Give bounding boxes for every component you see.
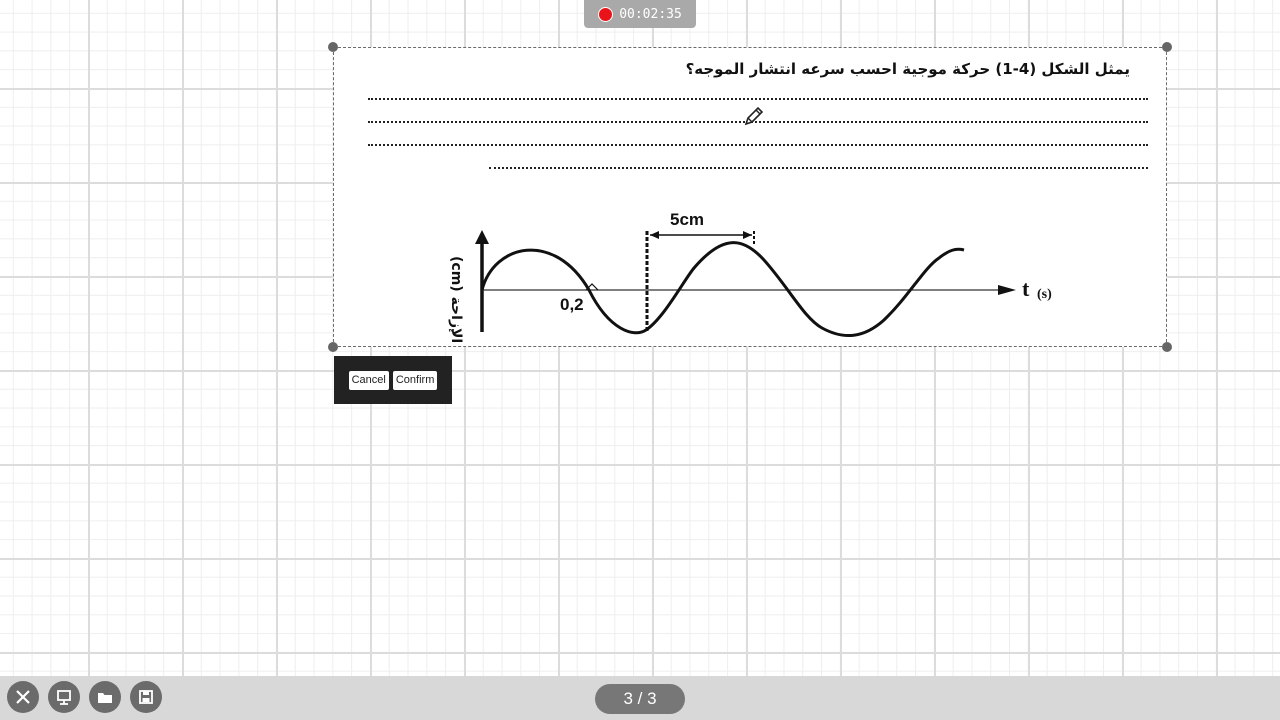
x-axis-label: t [1022, 276, 1030, 301]
present-button[interactable] [48, 681, 80, 713]
record-dot-icon [598, 6, 614, 22]
cancel-button[interactable]: Cancel [348, 370, 389, 390]
resize-handle-bottom-left[interactable] [328, 342, 338, 352]
save-icon [139, 690, 153, 704]
close-icon [16, 690, 30, 704]
y-axis-label: (cm) الإزاحة [448, 256, 464, 343]
confirm-button[interactable]: Confirm [392, 370, 438, 390]
wavelength-label: 5cm [670, 210, 704, 229]
present-icon [57, 690, 71, 705]
page-indicator[interactable]: 3 / 3 [595, 684, 685, 714]
wavelength-arrow-right [743, 231, 752, 239]
pencil-icon [744, 106, 764, 126]
wave-curve [480, 241, 965, 338]
x-axis-unit: (s) [1037, 287, 1052, 302]
selection-toolbar: Cancel Confirm [334, 356, 452, 404]
open-folder-button[interactable] [89, 681, 121, 713]
folder-icon [98, 693, 112, 703]
recording-timer: 00:02:35 [619, 6, 682, 22]
resize-handle-bottom-right[interactable] [1162, 342, 1172, 352]
selection-box[interactable]: يمثل الشكل (4-1) حركة موجية احسب سرعه ان… [328, 42, 1172, 352]
y-axis-arrow [475, 230, 489, 244]
x-axis-arrow [998, 285, 1016, 295]
close-button[interactable] [7, 681, 39, 713]
recording-indicator: 00:02:35 [584, 0, 696, 28]
time-label: 0,2 [560, 295, 584, 314]
save-button[interactable] [130, 681, 162, 713]
wave-figure: 5cm 0,2 t (s) (cm) الإزاحة [448, 210, 1052, 343]
wavelength-arrow-left [650, 231, 659, 239]
resize-handle-top-right[interactable] [1162, 42, 1172, 52]
resize-handle-top-left[interactable] [328, 42, 338, 52]
